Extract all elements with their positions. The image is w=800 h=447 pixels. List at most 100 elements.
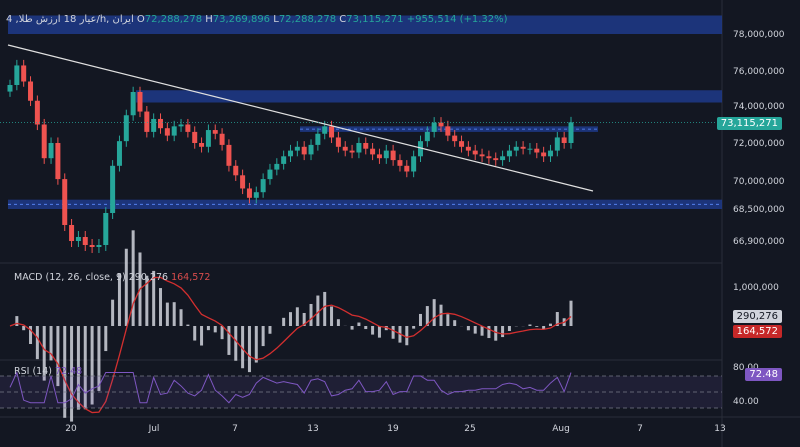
price-axis-label: 78,000,000 [733, 30, 785, 40]
candle-body [308, 144, 314, 155]
macd-histogram-bar [227, 326, 231, 355]
candle-body [233, 165, 239, 176]
candle-body [253, 192, 259, 198]
candle-body [274, 163, 280, 170]
candle-body [554, 137, 560, 151]
candle-body [226, 144, 232, 166]
candle-body [329, 126, 335, 138]
candle-body [541, 152, 547, 157]
candle-body [69, 225, 75, 241]
candle-body [62, 179, 68, 225]
rsi-layer [0, 371, 722, 409]
candle-body [185, 124, 191, 132]
candle-body [568, 122, 574, 143]
price-tag: 73,115,271 [716, 117, 782, 130]
macd-histogram-bar [247, 326, 251, 373]
candle-body [363, 143, 369, 149]
time-axis-label: 13 [714, 424, 725, 434]
candle-body [479, 154, 485, 157]
candle-body [82, 237, 88, 245]
candle-body [192, 131, 198, 143]
macd-histogram-bar [569, 300, 573, 326]
time-axis-label: Jul [148, 424, 160, 434]
candle-body [28, 81, 34, 101]
macd-histogram-bar [405, 326, 409, 346]
candle-body [212, 130, 218, 134]
macd-histogram-bar [548, 323, 552, 326]
time-axis-label: 20 [65, 424, 77, 434]
macd-histogram-bar [528, 324, 532, 326]
macd-histogram-bar [289, 312, 292, 326]
candle-body [431, 122, 437, 132]
candle-body [123, 115, 129, 142]
candle-body [144, 111, 150, 132]
candle-body [75, 237, 81, 241]
macd-signal-tag: 164,572 [732, 325, 782, 338]
macd-histogram-bar [535, 326, 539, 327]
candle-body [301, 146, 307, 155]
time-axis-label: 25 [464, 424, 475, 434]
candle-body [520, 146, 526, 149]
candle-body [96, 245, 102, 247]
candle-body [527, 148, 533, 150]
rsi-legend[interactable]: RSI (14) 72.48 [14, 366, 82, 377]
candle-body [34, 100, 40, 125]
close-value: 73,115,271 [346, 14, 404, 25]
macd-histogram-bar [439, 304, 443, 326]
candle-body [445, 126, 451, 136]
candle-body [404, 165, 410, 172]
rsi-label: RSI (14) [14, 366, 52, 377]
candle-body [424, 131, 430, 142]
candle-body [452, 135, 458, 142]
candle-body [151, 118, 157, 132]
macd-histogram-bar [357, 322, 361, 326]
candle-body [465, 146, 471, 151]
time-axis-label: 13 [307, 424, 318, 434]
candle-body [116, 141, 122, 166]
symbol-title[interactable]: 4 ,عیار 18 ارزش طلا/h, ایران [6, 14, 134, 25]
macd-tag: 290,276 [732, 310, 782, 323]
candle-body [349, 150, 355, 153]
macd-histogram-bar [391, 326, 395, 339]
macd-histogram-bar [453, 320, 457, 326]
candle-body [397, 160, 403, 166]
macd-histogram-bar [193, 326, 197, 341]
candle-body [493, 158, 499, 161]
macd-histogram-bar [254, 326, 258, 363]
candle-body [370, 148, 376, 155]
time-axis-label: 19 [387, 424, 399, 434]
high-label: H [205, 14, 213, 25]
price-axis-label: 74,000,000 [733, 102, 785, 112]
macd-histogram-bar [507, 326, 511, 331]
candle-body [55, 143, 61, 180]
high-value: 73,269,896 [212, 14, 271, 25]
rsi-axis-label: 40.00 [733, 397, 759, 407]
candle-body [164, 128, 170, 136]
macd-histogram-bar [336, 319, 340, 326]
time-axis-label: Aug [552, 424, 570, 434]
macd-histogram-bar [172, 302, 176, 326]
open-value: 72,288,278 [144, 14, 203, 25]
rsi-value: 72.48 [55, 366, 83, 377]
candle-body [199, 143, 205, 147]
price-axis-label: 68,500,000 [733, 205, 785, 215]
macd-histogram-bar [268, 326, 272, 334]
macd-legend[interactable]: MACD (12, 26, close, 9) 290,276 164,572 [14, 272, 210, 283]
macd-histogram-bar [22, 326, 26, 331]
chart-canvas[interactable]: 78,000,000 76,000,000 74,000,000 72,000,000… [0, 0, 800, 447]
candle-body [335, 137, 341, 147]
candle-body [21, 65, 27, 82]
candle-body [41, 124, 47, 159]
candle-body [14, 65, 20, 85]
candle-body [103, 213, 109, 245]
candle-body [534, 148, 540, 153]
macd-histogram-bar [186, 324, 190, 326]
macd-histogram-bar [179, 309, 183, 326]
macd-axis-label: 1,000,000 [733, 283, 779, 293]
macd-histogram-bar [159, 288, 163, 326]
resistance-zone[interactable] [136, 90, 722, 103]
candle-body [383, 150, 389, 159]
candle-body [267, 169, 273, 180]
candle-body [459, 141, 465, 147]
macd-histogram-bar [124, 248, 128, 326]
